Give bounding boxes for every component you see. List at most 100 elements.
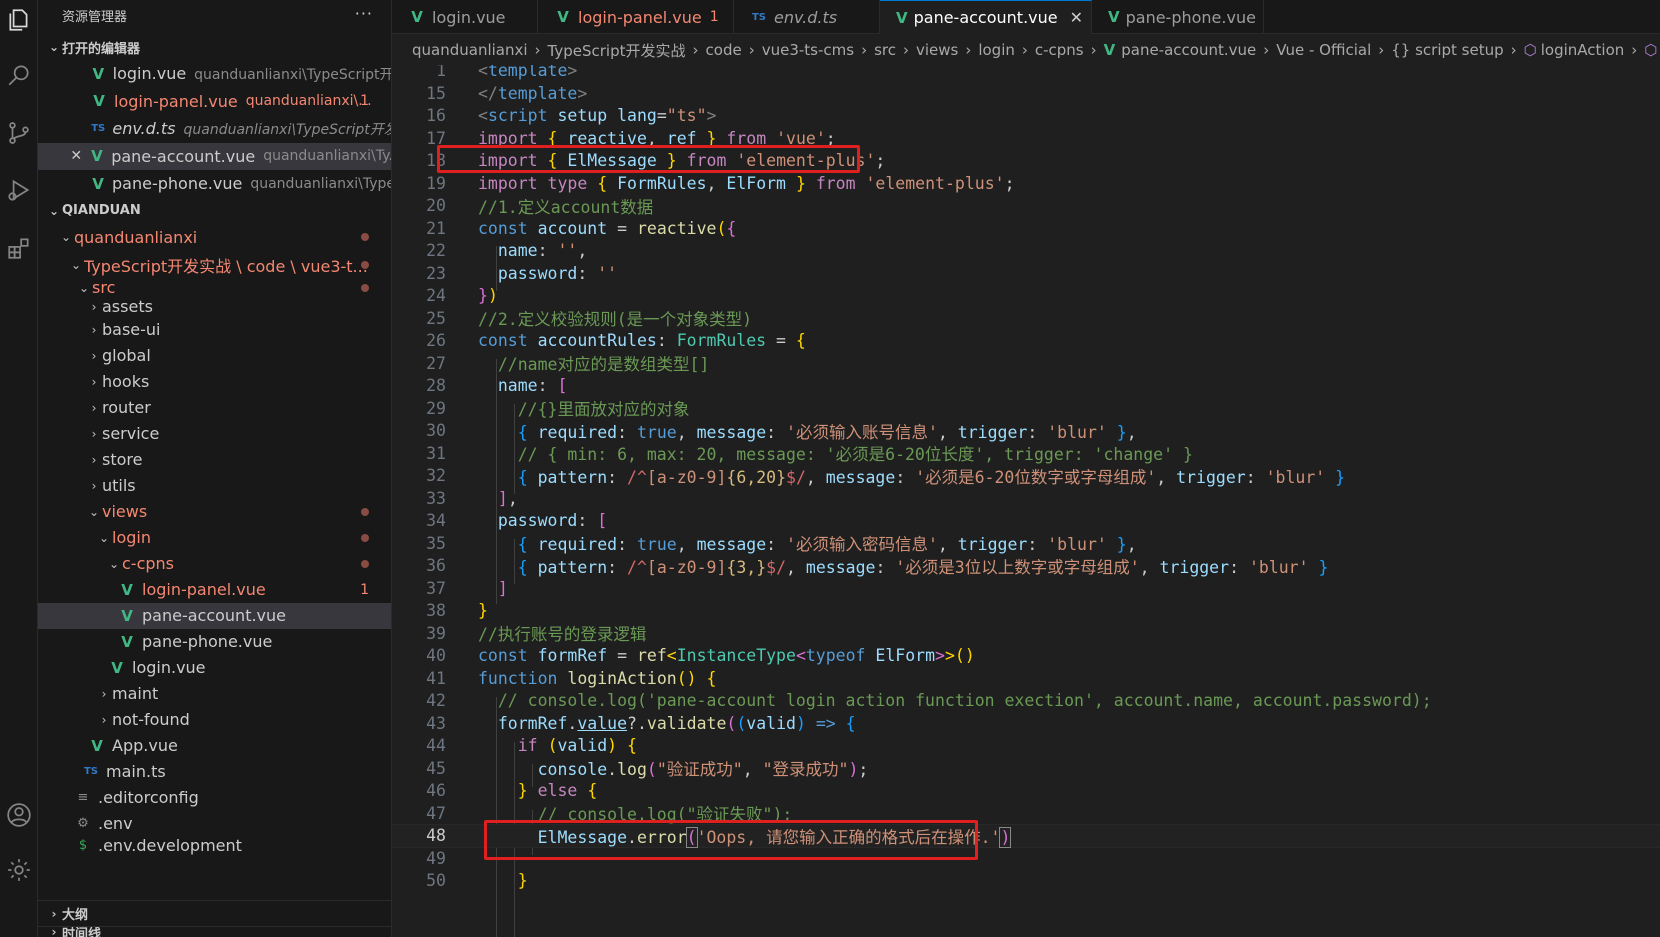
chevron-right-icon: › [902, 41, 909, 59]
more-actions-icon[interactable]: ··· [355, 4, 373, 23]
tree-label: .editorconfig [98, 788, 199, 807]
code-line: 40 const formRef = ref<InstanceType<typeo… [392, 644, 1660, 668]
dollar-icon: $ [78, 838, 88, 853]
breadcrumb-item[interactable]: pane-account.vue [1121, 41, 1256, 59]
breadcrumb-item[interactable]: code [706, 41, 742, 59]
modified-dot [361, 559, 369, 568]
tree-folder[interactable]: › store [38, 447, 391, 473]
tree-file[interactable]: Vpane-phone.vue [38, 629, 391, 655]
problem-count-badge: 1 [360, 93, 369, 110]
explorer-title: 资源管理器 ··· [38, 0, 391, 30]
tree-folder[interactable]: ⌄ views [38, 499, 391, 525]
close-icon[interactable]: ✕ [1070, 8, 1083, 27]
tree-folder[interactable]: › service [38, 421, 391, 447]
tree-file[interactable]: Vlogin.vue [38, 655, 391, 681]
breadcrumb-item[interactable]: {} script setup [1391, 41, 1503, 59]
close-icon[interactable]: ✕ [68, 148, 85, 164]
tree-folder[interactable]: › utils [38, 473, 391, 499]
tree-folder[interactable]: › global [38, 343, 391, 369]
explorer-title-label: 资源管理器 [62, 9, 128, 25]
breadcrumb-item[interactable]: TypeScript开发实战 [548, 40, 686, 61]
tree-folder[interactable]: › base-ui [38, 317, 391, 343]
outline-header[interactable]: › 大纲 [38, 900, 391, 926]
explorer-icon[interactable] [0, 0, 38, 40]
code-line: 27 //name对应的是数组类型[] [392, 352, 1660, 376]
account-icon[interactable] [0, 795, 38, 835]
timeline-header[interactable]: › 时间线 [38, 926, 391, 937]
code-line: 43 formRef.value?.validate((valid) => { [392, 712, 1660, 736]
tab-env-d-ts[interactable]: TS env.d.ts [734, 0, 880, 34]
open-editor-item[interactable]: V login.vue quanduanlianxi\TypeScript开..… [38, 60, 391, 88]
line-number: 43 [426, 713, 446, 733]
tree-file[interactable]: ≡ .editorconfig [38, 785, 391, 811]
tab-pane-phone-vue[interactable]: V pane-phone.vue [1092, 0, 1264, 34]
chevron-right-icon: › [91, 374, 97, 389]
tree-file[interactable]: ⚙ .env [38, 811, 391, 837]
code-line: 28 name: [ [392, 374, 1660, 398]
line-number: 21 [426, 218, 446, 238]
code-text: const account = reactive({ [478, 218, 737, 238]
tree-folder[interactable]: ⌄ TypeScript开发实战 \ code \ vue3-t... [38, 251, 391, 279]
tree-folder[interactable]: ⌄ login [38, 525, 391, 551]
tree-folder[interactable]: › hooks [38, 369, 391, 395]
code-text: { pattern: /^[a-z0-9]{3,}$/, message: '必… [517, 557, 1329, 577]
chevron-right-icon: › [101, 712, 107, 727]
run-debug-icon[interactable] [0, 170, 38, 210]
chevron-right-icon: › [1263, 41, 1270, 59]
code-line: 35 { required: true, message: '必须输入密码信息'… [392, 532, 1660, 556]
line-number: 19 [426, 173, 446, 193]
lines-icon: ≡ [77, 790, 89, 805]
tree-folder[interactable]: ⌄ c-cpns [38, 551, 391, 577]
tree-label: store [102, 450, 143, 469]
tree-file[interactable]: Vlogin-panel.vue 1 [38, 577, 391, 603]
tree-label: global [102, 346, 151, 365]
chevron-right-icon: › [1090, 41, 1097, 59]
tree-folder[interactable]: › router [38, 395, 391, 421]
tab-login-vue[interactable]: V login.vue [392, 0, 538, 34]
settings-gear-icon[interactable] [0, 850, 38, 890]
breadcrumb-item[interactable]: views [916, 41, 958, 59]
line-number: 24 [426, 286, 446, 306]
tree-folder[interactable]: ⌄ src [38, 278, 391, 297]
source-control-icon[interactable] [0, 113, 38, 153]
code-line: 29 //{}里面放对应的对象 [392, 397, 1660, 421]
tree-folder[interactable]: › maint [38, 681, 391, 707]
chevron-right-icon: › [965, 41, 972, 59]
breadcrumb-item[interactable]: Vue - Official [1276, 41, 1371, 59]
tree-folder[interactable]: ⌄ quanduanlianxi [38, 224, 391, 252]
breadcrumb-item[interactable]: src [874, 41, 896, 59]
tree-file[interactable]: $ .env.development [38, 837, 391, 855]
tab-login-panel-vue[interactable]: V login-panel.vue 1 [538, 0, 734, 34]
open-editor-item[interactable]: V pane-phone.vue quanduanlianxi\Type... [38, 170, 391, 198]
chevron-down-icon: ⌄ [60, 230, 72, 245]
chevron-down-icon: ⌄ [88, 504, 100, 519]
open-editor-item[interactable]: TS env.d.ts quanduanlianxi\TypeScript开发.… [38, 115, 391, 143]
extensions-icon[interactable] [0, 228, 38, 268]
open-editor-item[interactable]: V login-panel.vue quanduanlianxi\... 1 [38, 88, 391, 116]
open-editor-item-active[interactable]: ✕ V pane-account.vue quanduanlianxi\Ty..… [38, 142, 391, 170]
tree-label: main.ts [106, 762, 166, 781]
modified-dot [361, 233, 369, 242]
code-line: 24}) [392, 284, 1660, 308]
tab-pane-account-vue[interactable]: V pane-account.vue ✕ [880, 0, 1092, 34]
file-name: pane-account.vue [111, 146, 256, 166]
breadcrumb-item[interactable]: quanduanlianxi [412, 41, 528, 59]
code-editor[interactable]: 1 <template> 15 </template> 16 <script setu… [392, 65, 1660, 937]
workspace-header[interactable]: ⌄ QIANDUAN [38, 198, 391, 224]
search-icon[interactable] [0, 55, 38, 95]
code-line: 41 function loginAction() { [392, 667, 1660, 691]
code-line: 36 { pattern: /^[a-z0-9]{3,}$/, message:… [392, 554, 1660, 578]
breadcrumb-item[interactable]: login [978, 41, 1015, 59]
tree-folder[interactable]: › not-found [38, 707, 391, 733]
open-editors-header[interactable]: ⌄ 打开的编辑器 [38, 34, 391, 60]
tree-file[interactable]: V App.vue [38, 733, 391, 759]
breadcrumb-item[interactable]: c-cpns [1035, 41, 1084, 59]
tree-folder[interactable]: › assets [38, 297, 391, 317]
tree-file-selected[interactable]: Vpane-account.vue [38, 602, 391, 629]
code-line: 50 } [392, 869, 1660, 893]
tree-file[interactable]: TS main.ts [38, 759, 391, 785]
code-text: // console.log('pane-account login actio… [478, 691, 1432, 711]
breadcrumb-item[interactable]: loginAction [1541, 41, 1625, 59]
chevron-right-icon: › [91, 299, 97, 314]
breadcrumb-item[interactable]: vue3-ts-cms [762, 41, 854, 59]
